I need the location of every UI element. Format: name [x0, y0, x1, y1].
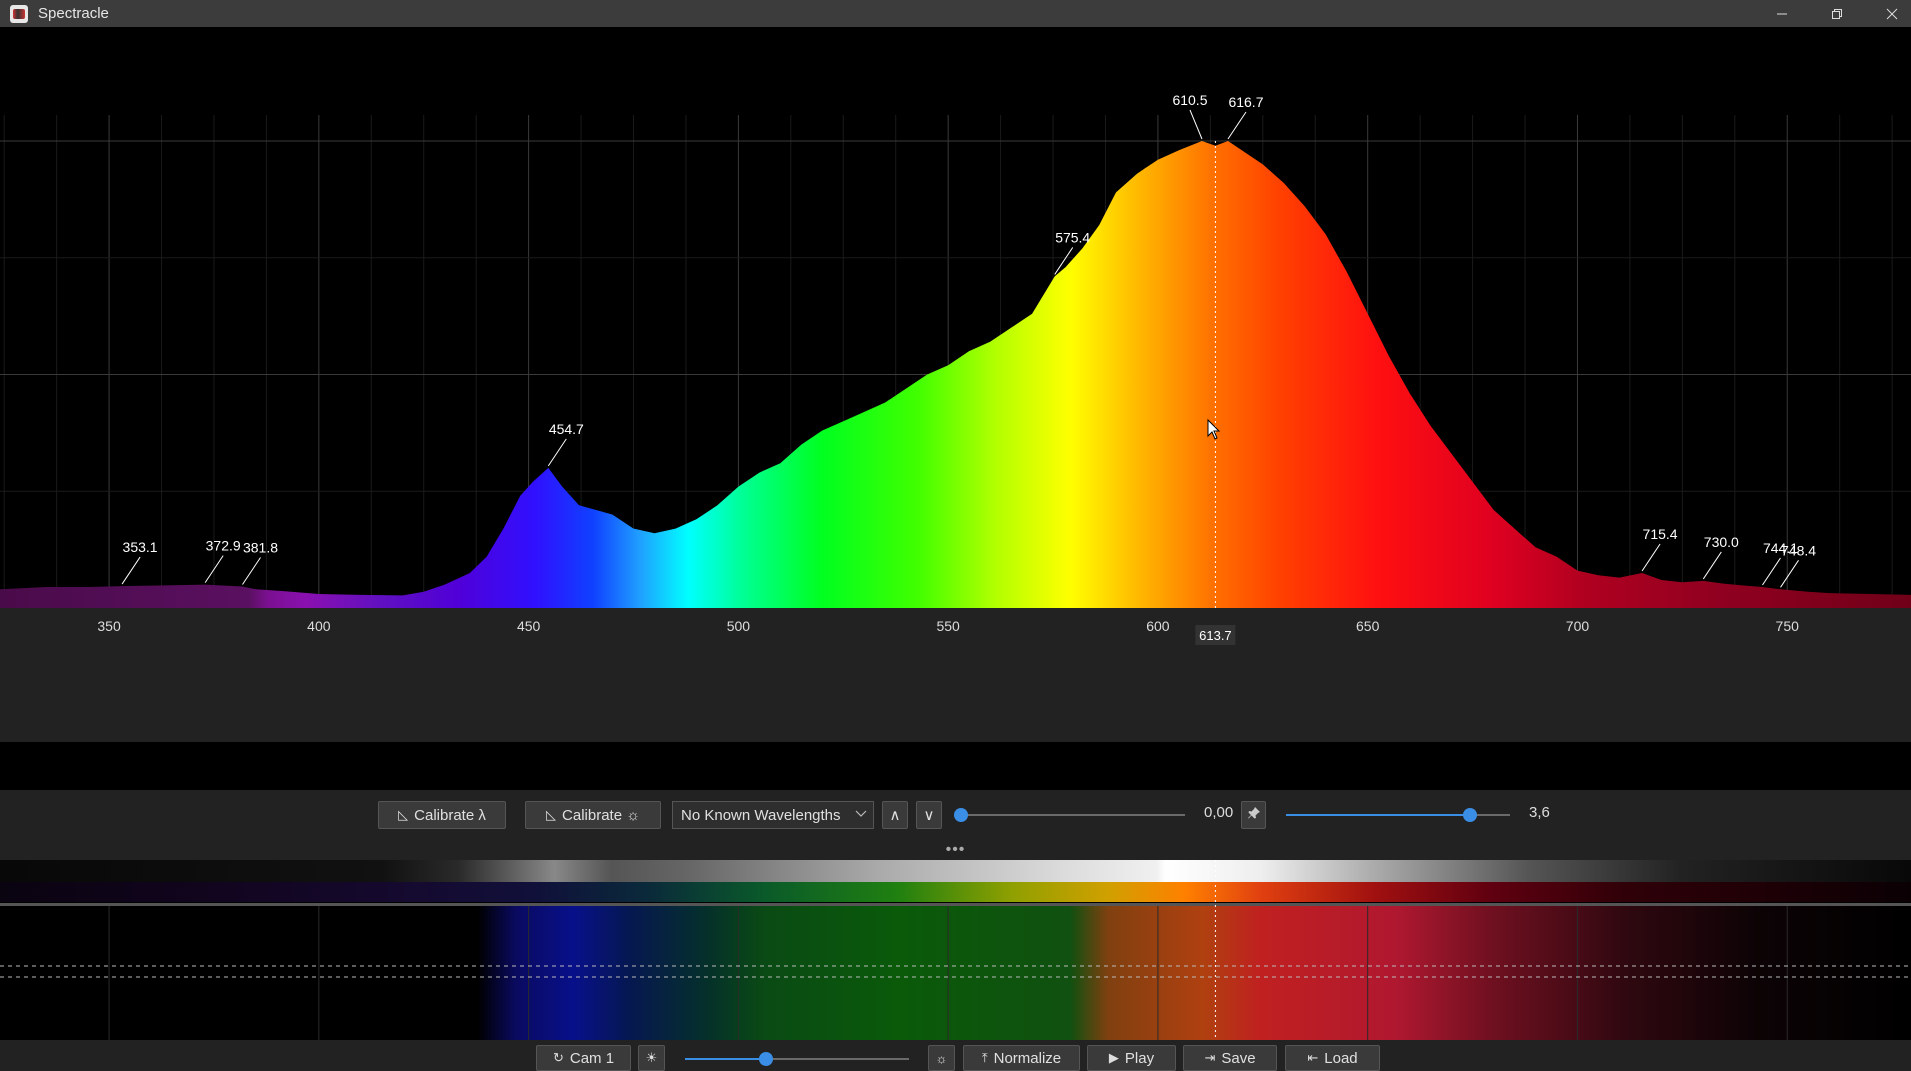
- chevron-down-icon: [855, 805, 867, 826]
- play-icon: ▶: [1108, 1050, 1119, 1065]
- x-tick-label: 450: [517, 618, 541, 634]
- camera-image: [0, 906, 1911, 1040]
- peak-label: 730.0: [1704, 534, 1739, 550]
- calibration-toolbar: ◺ Calibrate λ ◺ Calibrate ☼ No Known Wavel…: [0, 790, 1911, 840]
- intensity-bar: [0, 860, 1911, 882]
- x-tick-label: 550: [936, 618, 960, 634]
- cursor-tag-label: 613.7: [1199, 628, 1232, 643]
- camera-spectrum-strip: [0, 860, 1911, 1040]
- brightness-icon: ☀: [645, 1050, 658, 1065]
- peak-up-button[interactable]: ∧: [882, 801, 908, 829]
- panel-splitter[interactable]: •••: [0, 840, 1911, 860]
- color-bar: [0, 882, 1911, 902]
- ruler-icon: ◺: [546, 807, 557, 822]
- normalize-button[interactable]: ⤒ Normalize: [963, 1045, 1080, 1071]
- camera-button[interactable]: ↻ Cam 1: [536, 1045, 631, 1071]
- peak-leader-line: [121, 556, 141, 585]
- x-axis: 350 400 450 500 550 600 650 700 750: [0, 608, 1911, 742]
- load-icon: ⇤: [1307, 1050, 1319, 1065]
- peak-leader-line: [1189, 109, 1203, 140]
- ruler-icon: ◺: [398, 807, 409, 822]
- auto-exposure-button[interactable]: ☀: [638, 1045, 665, 1071]
- pin-button[interactable]: [1241, 801, 1266, 829]
- peak-label: 748.4: [1781, 542, 1816, 558]
- x-tick-label: 600: [1146, 618, 1170, 634]
- calibrate-wavelength-button[interactable]: ◺ Calibrate λ: [378, 801, 506, 829]
- camera-toolbar: ↻ Cam 1 ☀ ☼ ⤒ Normalize ▶ Play ⇥ Save ⇤ Load: [0, 1040, 1911, 1071]
- peak-leader-line: [1227, 111, 1247, 140]
- strip-separator: [0, 903, 1911, 906]
- peak-label: 353.1: [123, 539, 158, 555]
- x-tick-label: 350: [97, 618, 121, 634]
- load-button[interactable]: ⇤ Load: [1285, 1045, 1380, 1071]
- spectrum-chart[interactable]: 353.1 372.9 381.8 454.7 575.4 610.5 616.7 715.4…: [0, 27, 1911, 742]
- peak-leader-line: [1780, 560, 1799, 588]
- peak-label: 610.5: [1172, 92, 1207, 108]
- gain-value: 3,6: [1529, 804, 1550, 821]
- peak-label: 372.9: [206, 538, 241, 554]
- pin-icon: [1247, 806, 1261, 824]
- known-wavelengths-select[interactable]: No Known Wavelengths: [672, 801, 874, 829]
- save-button[interactable]: ⇥ Save: [1183, 1045, 1277, 1071]
- peak-leader-line: [1762, 557, 1781, 586]
- restore-icon[interactable]: [1810, 0, 1864, 27]
- peak-label: 616.7: [1228, 94, 1263, 110]
- app-logo-icon: [10, 4, 28, 23]
- x-tick-label: 500: [727, 618, 751, 634]
- brightness-button[interactable]: ☼: [928, 1045, 955, 1071]
- peak-label: 715.4: [1643, 526, 1678, 542]
- save-icon: ⇥: [1204, 1050, 1216, 1065]
- normalize-icon: ⤒: [981, 1050, 988, 1065]
- peak-leader-line: [242, 557, 261, 585]
- x-tick-label: 700: [1566, 618, 1590, 634]
- window-title: Spectracle: [38, 5, 109, 22]
- title-bar: Spectracle: [0, 0, 1911, 27]
- peak-label: 575.4: [1055, 229, 1090, 245]
- cursor-readout: 613.7: [1195, 625, 1236, 645]
- play-button[interactable]: ▶ Play: [1087, 1045, 1176, 1071]
- smoothing-value: 0,00: [1204, 804, 1234, 821]
- peak-down-button[interactable]: ∨: [916, 801, 942, 829]
- refresh-icon: ↻: [552, 1050, 564, 1065]
- peak-leader-line: [547, 438, 567, 467]
- peak-label: 454.7: [549, 421, 584, 437]
- x-tick-label: 650: [1356, 618, 1380, 634]
- peak-label: 381.8: [243, 540, 278, 556]
- x-tick-label: 750: [1776, 618, 1800, 634]
- calibrate-brightness-button[interactable]: ◺ Calibrate ☼: [525, 801, 661, 829]
- peak-leader-line: [1702, 551, 1722, 580]
- peak-leader-line: [1641, 543, 1661, 572]
- sun-icon: ☼: [935, 1050, 948, 1066]
- close-icon[interactable]: [1865, 0, 1911, 27]
- x-tick-label: 400: [307, 618, 331, 634]
- minimize-icon[interactable]: [1755, 0, 1809, 27]
